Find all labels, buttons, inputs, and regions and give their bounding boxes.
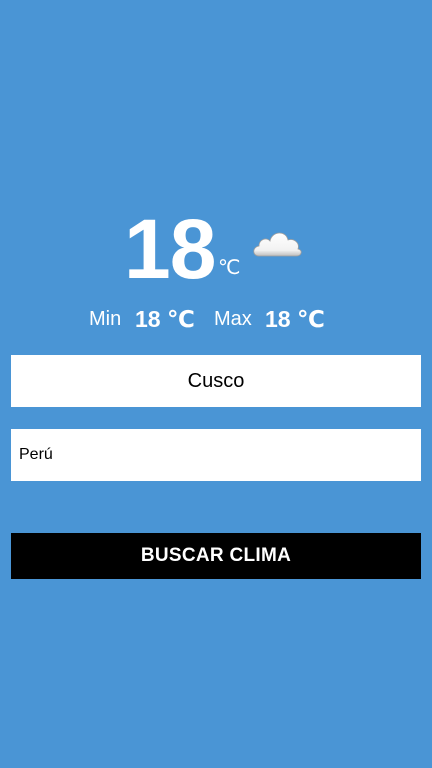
country-input[interactable] — [11, 429, 421, 481]
max-temperature: 18 ℃ — [265, 306, 325, 332]
search-weather-button[interactable]: BUSCAR CLIMA — [11, 533, 421, 579]
min-label: Min — [89, 308, 122, 330]
temperature-value: 18 — [124, 202, 216, 296]
cloud-icon — [253, 232, 302, 257]
temperature-unit: ℃ — [218, 257, 241, 279]
min-temperature: 18 ℃ — [135, 306, 195, 332]
min-max-range: Min 18 ℃ Max 18 ℃ — [0, 303, 432, 335]
max-label: Max — [214, 308, 252, 330]
current-weather: 18 ℃ — [0, 203, 432, 295]
city-input[interactable] — [11, 355, 421, 407]
